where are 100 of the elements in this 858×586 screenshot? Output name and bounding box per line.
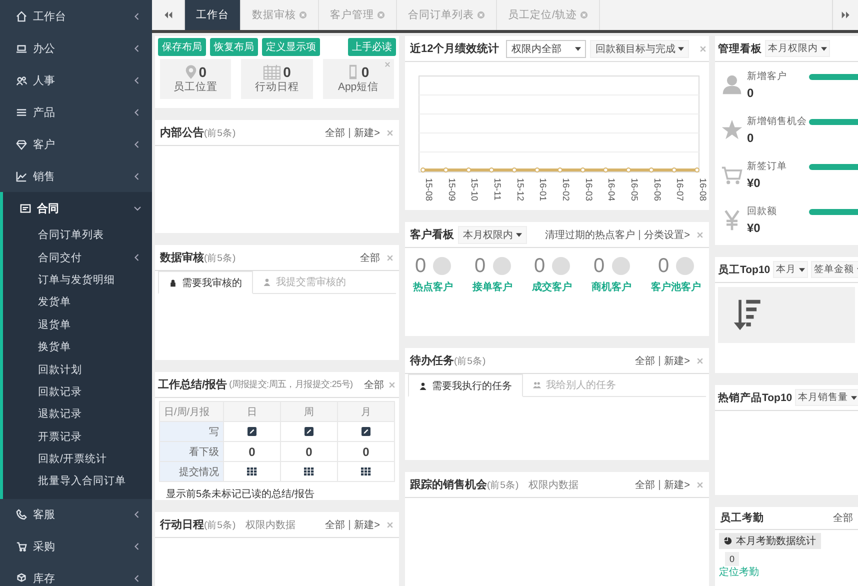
panel-title: 员工Top10 <box>718 262 770 276</box>
header-link[interactable]: 新建> <box>664 478 690 492</box>
sidebar-item[interactable]: 库存 <box>0 562 152 586</box>
header-link[interactable]: 清理过期的热点客户 <box>545 228 636 242</box>
sidebar-item[interactable]: 产品 <box>0 96 152 128</box>
sidebar-item[interactable]: 销售 <box>0 160 152 192</box>
close-icon[interactable] <box>699 44 708 52</box>
edit-icon[interactable] <box>247 426 257 436</box>
submenu-item[interactable]: 批量导入合同订单 <box>3 470 152 493</box>
sidebar-item[interactable]: 采购 <box>0 530 152 563</box>
panel-tab[interactable]: 需要我执行的任务 <box>408 374 523 397</box>
filter-dropdown[interactable]: 签单金额 <box>811 261 858 278</box>
submenu-item[interactable]: 发货单 <box>3 291 152 314</box>
metric-dropdown[interactable]: 回款额目标与完成 <box>590 40 690 58</box>
sidebar-item[interactable]: 办公 <box>0 32 152 64</box>
axis-label: 16-03 <box>584 178 594 202</box>
row-header: 提交情况 <box>160 462 224 482</box>
axis-label: 16-07 <box>675 178 686 202</box>
header-link[interactable]: 全部 <box>360 250 380 264</box>
quick-stat-tile[interactable]: 0 行动日程 <box>241 59 313 99</box>
submenu-item[interactable]: 回款记录 <box>3 380 152 404</box>
axis-label: 16-05 <box>630 178 640 202</box>
caret-icon <box>799 268 806 272</box>
close-icon[interactable] <box>299 11 307 19</box>
scope-label: 权限内数据 <box>528 478 579 492</box>
submenu-item[interactable]: 回款计划 <box>3 358 152 381</box>
submenu-item[interactable]: 换货单 <box>3 336 152 358</box>
submenu-item[interactable]: 回款/开票统计 <box>3 448 152 470</box>
scope-label: 权限内数据 <box>246 518 296 532</box>
close-icon[interactable] <box>580 11 588 19</box>
calendar-icon <box>263 64 282 80</box>
close-icon[interactable] <box>386 520 394 528</box>
filter-dropdown[interactable]: 本月销售量 <box>795 389 858 406</box>
grid-icon[interactable] <box>304 466 314 476</box>
quick-stat-tile[interactable]: 0 员工位置 <box>160 59 232 99</box>
count-badge: 0 <box>725 552 739 566</box>
close-icon[interactable] <box>696 356 704 364</box>
header-link[interactable]: 新建> <box>664 354 690 368</box>
header-link[interactable]: 全部 <box>325 518 346 532</box>
axis-label: 15-08 <box>424 178 434 202</box>
close-icon[interactable] <box>384 61 391 68</box>
submenu-item[interactable]: 合同交付 <box>3 246 152 269</box>
caret-icon <box>516 232 522 236</box>
stat-value: 0 <box>474 256 486 276</box>
double-chevron-right-icon <box>840 10 850 20</box>
submenu-item[interactable]: 退款记录 <box>3 403 152 426</box>
person-icon <box>721 74 743 96</box>
close-icon[interactable] <box>377 11 385 19</box>
row-header: 写 <box>160 422 224 442</box>
period-dropdown[interactable]: 本月权限内 <box>458 226 527 244</box>
panel-title: 客户看板 <box>410 228 454 242</box>
axis-label: 15-09 <box>446 178 457 202</box>
header-link[interactable]: 全部 <box>833 511 853 525</box>
close-icon[interactable] <box>477 11 485 19</box>
count-value[interactable]: 0 <box>306 444 312 458</box>
caret-icon <box>851 396 858 400</box>
column-header: 月 <box>338 402 394 422</box>
sidebar-item[interactable]: 客服 <box>0 498 152 531</box>
close-icon[interactable] <box>388 380 396 388</box>
sidebar-item[interactable]: 工作台 <box>0 0 152 32</box>
header-link[interactable]: 全部 <box>635 478 656 492</box>
edit-icon[interactable] <box>304 426 314 436</box>
sidebar-item[interactable]: 合同 <box>0 192 152 224</box>
submenu-item[interactable]: 合同订单列表 <box>3 224 152 246</box>
scope-select[interactable]: 权限内全部 <box>506 40 586 58</box>
axis-label: 15-10 <box>470 178 480 202</box>
edit-icon[interactable] <box>361 426 371 436</box>
stat-value: 0 <box>534 256 546 276</box>
axis-label: 16-02 <box>561 178 571 202</box>
close-icon[interactable] <box>386 128 394 136</box>
grid-icon[interactable] <box>247 466 257 476</box>
count-value[interactable]: 0 <box>362 444 370 458</box>
header-link[interactable]: 分类设置> <box>644 228 690 242</box>
close-icon[interactable] <box>386 254 394 262</box>
close-icon[interactable] <box>696 480 704 488</box>
submenu-item[interactable]: 退货单 <box>3 314 152 336</box>
axis-label: 16-06 <box>652 178 662 202</box>
row-header: 看下级 <box>160 442 224 462</box>
metric-value: ¥0 <box>747 220 762 234</box>
period-dropdown[interactable]: 本月权限内 <box>765 40 830 57</box>
page-tab[interactable]: 工作台 <box>185 0 241 30</box>
submenu-item[interactable]: 订单与发货明细 <box>3 268 152 292</box>
header-link[interactable]: 新建> <box>354 126 380 140</box>
filter-dropdown[interactable]: 本月 <box>773 261 808 278</box>
diamond-icon <box>16 138 27 150</box>
quick-stat-tile[interactable]: 0 App短信 <box>322 59 394 99</box>
circle-icon <box>612 257 630 275</box>
grid-icon[interactable] <box>361 466 371 476</box>
count-value[interactable]: 0 <box>248 444 256 458</box>
stats-chip[interactable]: 本月考勤数据统计 <box>719 533 821 549</box>
sidebar-item[interactable]: 客户 <box>0 128 152 160</box>
header-link[interactable]: 新建> <box>354 518 380 532</box>
header-link[interactable]: 全部 <box>325 126 346 140</box>
header-link[interactable]: 全部 <box>364 378 384 392</box>
panel-tab[interactable]: 需要我审核的 <box>158 271 253 294</box>
report-footer: 显示前5条未标记已读的总结/报告 <box>158 482 396 500</box>
close-icon[interactable] <box>696 230 704 238</box>
submenu-item[interactable]: 开票记录 <box>3 426 152 448</box>
sidebar-item[interactable]: 人事 <box>0 64 152 96</box>
header-link[interactable]: 全部 <box>635 354 656 368</box>
